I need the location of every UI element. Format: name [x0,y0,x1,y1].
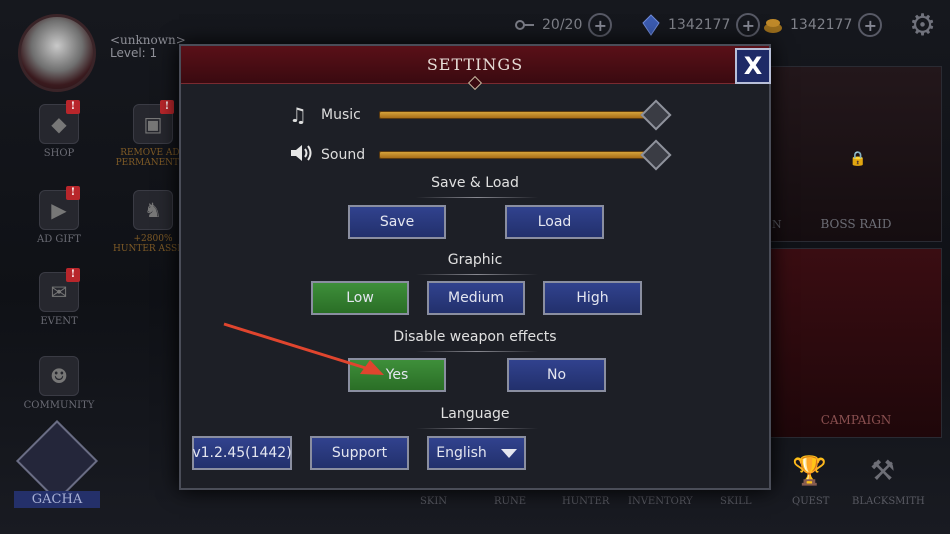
gold-icon [762,14,784,36]
nav-rune[interactable]: RUNE [494,496,526,507]
sound-slider-handle[interactable] [640,139,672,171]
close-button[interactable]: X [735,48,771,84]
hunter-assist-bonus: +2800% [133,234,173,244]
player-level: Level: 1 [110,46,158,60]
crystal-icon [640,14,662,36]
partial-label: N [772,218,782,231]
crystal-value: 1342177 [668,17,731,33]
player-name: <unknown> [110,33,186,47]
section-divider [416,197,538,198]
notification-badge: ! [66,186,80,200]
boss-raid-label: BOSS RAID [820,217,892,231]
language-dropdown[interactable]: English [427,436,526,470]
load-button[interactable]: Load [505,205,604,239]
nav-skill[interactable]: SKILL [720,496,752,507]
support-button[interactable]: Support [310,436,409,470]
gold-value: 1342177 [790,17,853,33]
settings-dialog: SETTINGS X ♫ Music Sound Save & Load Sav… [179,44,771,490]
graphic-low-button[interactable]: Low [311,281,409,315]
keys-resource: 20/20 + [514,10,613,40]
chevron-down-icon [500,448,517,458]
community-icon: ☻ [39,356,79,396]
music-label: Music [321,107,361,123]
sound-label: Sound [321,147,366,163]
version-label: v1.2.45(1442) [192,436,292,470]
sidebar-item-ad-gift[interactable]: ▶ ! AD GIFT [14,186,104,245]
sidebar-label: EVENT [40,316,78,327]
trophy-icon: 🏆 [792,454,827,487]
gold-resource: 1342177 + [762,10,883,40]
settings-gear-icon[interactable]: ⚙ [909,8,936,43]
notification-badge: ! [160,100,174,114]
music-slider-row: ♫ Music [289,99,672,131]
nav-inventory[interactable]: INVENTORY [628,496,693,507]
graphic-title: Graphic [447,252,503,268]
add-crystal-button[interactable]: + [736,13,761,37]
hunter-icon: ♞ [133,190,173,230]
sidebar-item-event[interactable]: ✉ ! EVENT [14,268,104,327]
nav-skin[interactable]: SKIN [420,496,447,507]
save-button[interactable]: Save [348,205,446,239]
sidebar-item-community[interactable]: ☻ COMMUNITY [14,356,104,411]
gacha-label: GACHA [14,491,100,508]
section-divider [416,351,538,352]
annotation-arrow-icon [223,322,384,375]
sidebar-item-shop[interactable]: ◆ ! SHOP [14,100,104,159]
music-slider-handle[interactable] [640,99,672,131]
key-icon [514,14,536,36]
save-load-title: Save & Load [431,175,519,191]
language-selected: English [436,445,487,461]
anvil-icon: ⚒ [870,454,896,487]
player-avatar[interactable] [18,14,96,92]
gacha-button[interactable]: GACHA [14,419,100,508]
ornament-icon [467,75,483,91]
nav-quest[interactable]: QUEST [792,496,829,507]
boss-raid-panel[interactable]: 🔒 BOSS RAID [770,66,942,242]
nav-blacksmith[interactable]: BLACKSMITH [852,496,925,507]
keys-value: 20/20 [542,17,583,33]
graphic-medium-button[interactable]: Medium [427,281,525,315]
lock-icon: 🔒 [849,151,867,167]
add-gold-button[interactable]: + [858,13,883,37]
campaign-label: CAMPAIGN [820,413,892,427]
graphic-high-button[interactable]: High [543,281,642,315]
campaign-panel[interactable]: CAMPAIGN [770,248,942,438]
sidebar-label: COMMUNITY [23,400,95,411]
sidebar-label: SHOP [43,148,75,159]
nav-hunter[interactable]: HUNTER [562,496,609,507]
dialog-header: SETTINGS [181,46,769,91]
lock-icon [15,419,99,503]
sidebar-label: AD GIFT [37,234,81,245]
section-divider [416,428,538,429]
music-note-icon: ♫ [289,103,307,127]
notification-badge: ! [66,268,80,282]
dialog-title: SETTINGS [426,55,524,74]
section-divider [416,274,538,275]
speaker-icon [289,142,315,169]
sound-slider-row: Sound [289,139,672,171]
music-slider[interactable] [379,99,672,131]
notification-badge: ! [66,100,80,114]
weapon-effects-no-button[interactable]: No [507,358,606,392]
language-title: Language [440,406,510,422]
add-keys-button[interactable]: + [588,13,613,37]
sound-slider[interactable] [379,139,672,171]
crystal-resource: 1342177 + [640,10,761,40]
